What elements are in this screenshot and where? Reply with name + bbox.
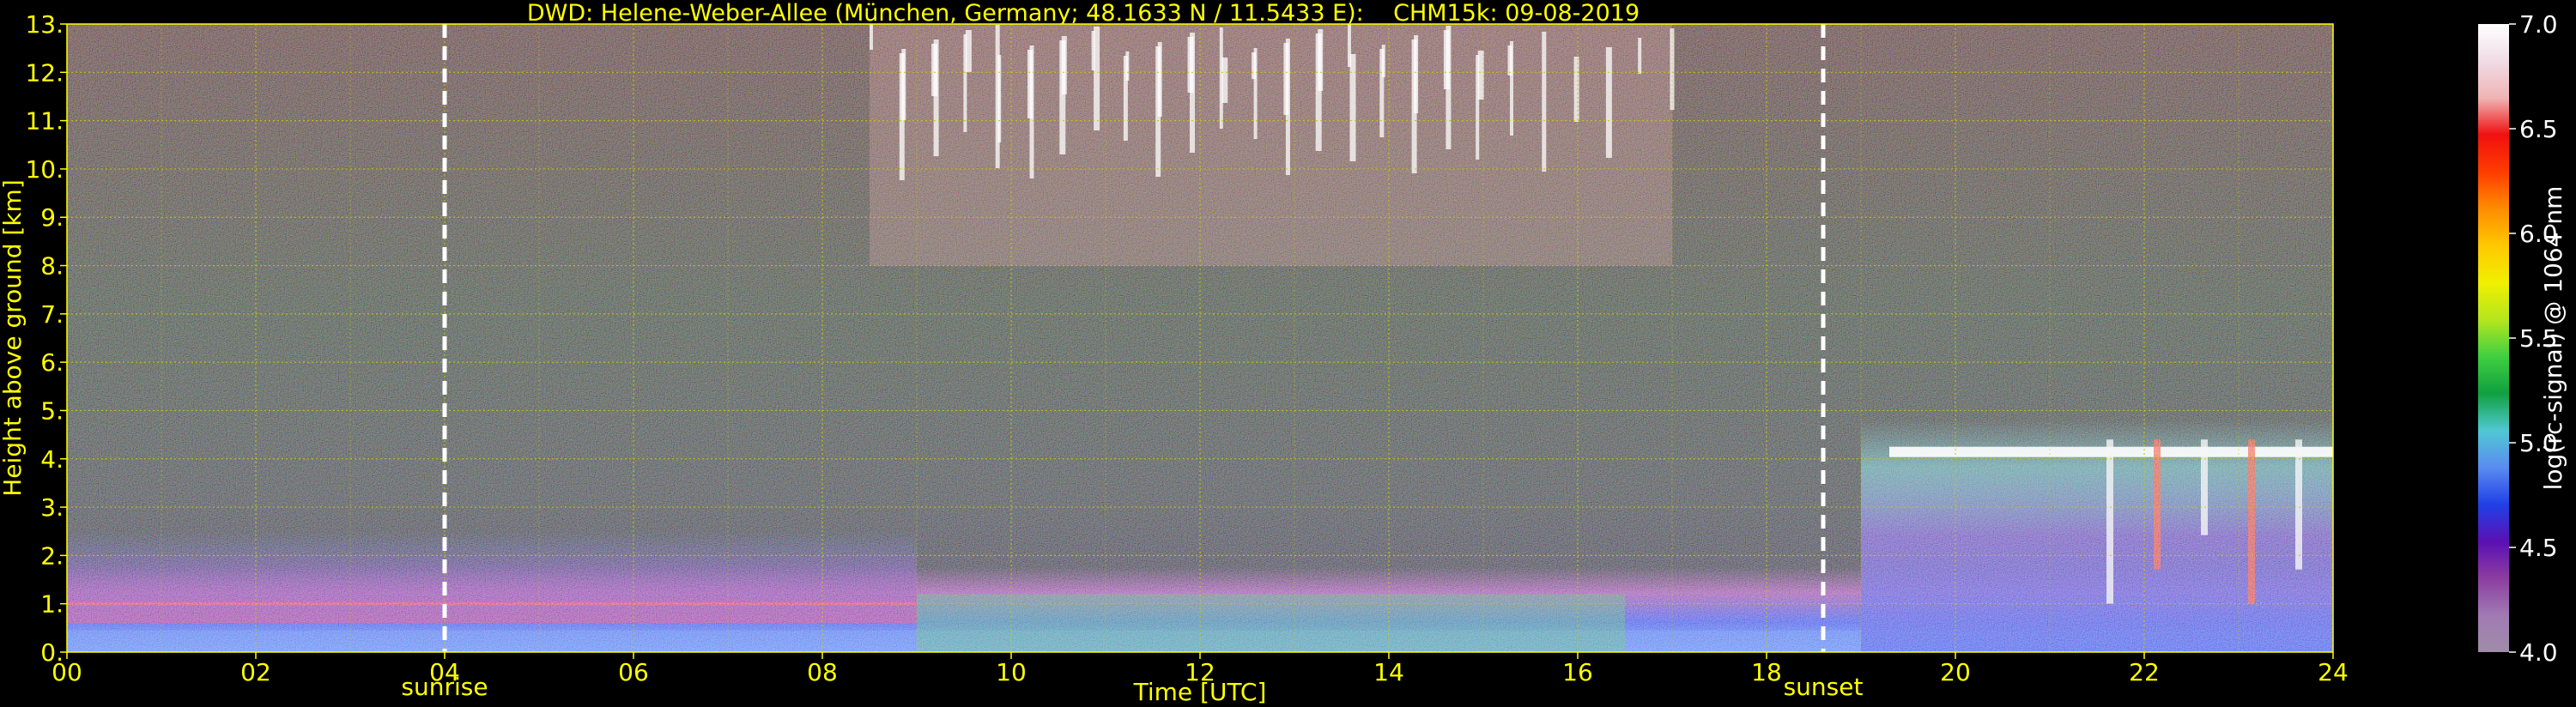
x-tick-label: 02 [240, 658, 271, 686]
x-tick-label: 06 [618, 658, 649, 686]
cloud-streak [2343, 439, 2349, 535]
y-tick-label: 12. [25, 58, 64, 87]
y-tick-label: 10. [25, 155, 64, 184]
colorbar-tick-label: 7.0 [2519, 10, 2558, 39]
colorbar: 4.04.55.05.56.06.57.0 log(rc-signal) @ 1… [2478, 10, 2567, 667]
y-tick-label: 7. [40, 300, 64, 329]
y-tick-label: 11. [25, 107, 64, 136]
ceilometer-figure: DWD: Helene-Weber-Allee (München, German… [0, 0, 2567, 706]
colorbar-tick-label: 4.5 [2519, 534, 2558, 562]
x-tick-label: 22 [2129, 658, 2160, 686]
cloud-streak [2531, 439, 2538, 603]
y-tick-label: 8. [40, 252, 64, 281]
cloud-streak [2437, 439, 2444, 569]
y-tick-label: 2. [40, 541, 64, 570]
colorbar-tick-label: 4.0 [2519, 638, 2558, 667]
y-tick-label: 3. [40, 493, 64, 522]
y-tick-label: 1. [40, 590, 64, 619]
x-tick-label: 18 [1751, 658, 1782, 686]
y-axis-ticks: 0. 1. 2. 3. 4. 5. 6. 7. 8. 9. 10. 11. 12. 13. [25, 10, 67, 667]
x-tick-label: 14 [1373, 658, 1404, 686]
colorbar-gradient [2478, 24, 2509, 652]
x-tick-label: 20 [1940, 658, 1971, 686]
y-tick-label: 9. [40, 203, 64, 232]
x-tick-label: 08 [807, 658, 838, 686]
y-tick-label: 0. [40, 638, 64, 667]
y-tick-label: 13. [25, 10, 64, 39]
x-tick-label: 16 [1562, 658, 1593, 686]
x-tick-label: 04 [429, 658, 460, 686]
colorbar-tick-label: 6.5 [2519, 115, 2558, 143]
colorbar-label: log(rc-signal) @ 1064 nm [2539, 186, 2567, 491]
x-axis-label: Time [UTC] [1133, 678, 1267, 706]
y-tick-label: 6. [40, 348, 64, 377]
y-tick-label: 5. [40, 396, 64, 425]
cloud-streak [2390, 439, 2397, 603]
plot-area [67, 24, 2538, 652]
x-tick-label: 24 [2318, 658, 2349, 686]
annotation-label: sunset [1784, 673, 1864, 701]
x-tick-label: 10 [996, 658, 1027, 686]
y-tick-label: 4. [40, 445, 64, 474]
y-axis-label: Height above ground [km] [0, 179, 27, 497]
chart-title: DWD: Helene-Weber-Allee (München, German… [527, 0, 1640, 27]
